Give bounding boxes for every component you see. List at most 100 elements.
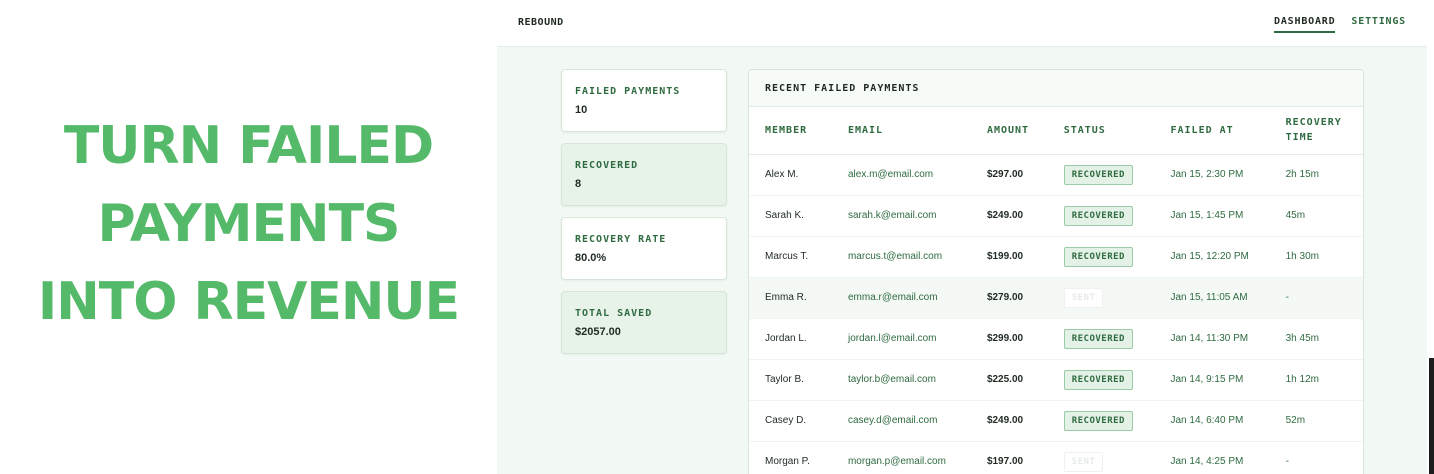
cell-status: RECOVERED (1048, 195, 1155, 236)
status-badge: RECOVERED (1063, 246, 1133, 267)
table-row[interactable]: Sarah K. sarah.k@email.com $249.00 RECOV… (749, 195, 1363, 236)
stat-value: 8 (575, 178, 582, 190)
cell-amount: $199.00 (986, 251, 1024, 262)
cell-member: Alex M. (765, 169, 799, 180)
status-badge: RECOVERED (1063, 328, 1133, 349)
table-row[interactable]: Casey D. casey.d@email.com $249.00 RECOV… (749, 400, 1363, 441)
stats-column: FAILED PAYMENTS 10 RECOVERED 8 RECOVERY … (561, 69, 727, 365)
column-header-failed-at: FAILED AT (1170, 124, 1234, 136)
cell-member: Casey D. (765, 415, 807, 426)
cell-member: Taylor B. (765, 374, 804, 385)
cell-recovery-time: - (1285, 292, 1289, 303)
table-row[interactable]: Alex M. alex.m@email.com $297.00 RECOVER… (749, 154, 1363, 195)
cell-email: morgan.p@email.com (847, 456, 946, 467)
cell-recovery-time: 1h 12m (1285, 374, 1319, 385)
status-badge: RECOVERED (1063, 369, 1133, 390)
cell-amount: $225.00 (986, 374, 1024, 385)
cell-email: jordan.l@email.com (847, 333, 937, 344)
window-edge (1427, 0, 1434, 474)
hero-line: INTO REVENUE (37, 272, 460, 332)
column-header-email: EMAIL (847, 124, 884, 136)
column-header-amount: AMOUNT (986, 124, 1030, 136)
payments-table: MEMBER EMAIL AMOUNT STATUS FAILED AT REC… (749, 107, 1363, 474)
table-row[interactable]: Taylor B. taylor.b@email.com $225.00 REC… (749, 359, 1363, 400)
status-badge: SENT (1063, 451, 1104, 472)
table-row[interactable]: Marcus T. marcus.t@email.com $199.00 REC… (749, 236, 1363, 277)
cell-email: sarah.k@email.com (847, 210, 937, 221)
nav-dashboard[interactable]: DASHBOARD (1274, 16, 1336, 33)
stat-label: FAILED PAYMENTS (575, 86, 681, 97)
column-header-member: MEMBER (765, 124, 808, 136)
cell-status: RECOVERED (1048, 359, 1155, 400)
column-header-status: STATUS (1063, 124, 1106, 136)
cell-recovery-time: 52m (1285, 415, 1306, 426)
cell-email: marcus.t@email.com (847, 251, 943, 262)
stat-card-total-saved: TOTAL SAVED $2057.00 (561, 291, 727, 354)
table-header-row: MEMBER EMAIL AMOUNT STATUS FAILED AT REC… (749, 107, 1363, 154)
panel-title: RECENT FAILED PAYMENTS (749, 70, 1363, 107)
stat-label: TOTAL SAVED (575, 308, 653, 319)
scrollbar-thumb[interactable] (1429, 358, 1434, 474)
cell-recovery-time: 45m (1285, 210, 1306, 221)
cell-amount: $279.00 (986, 292, 1024, 303)
cell-failed-at: Jan 15, 12:20 PM (1170, 251, 1249, 262)
column-header-recovery-time: RECOVERY TIME (1285, 117, 1342, 144)
nav-settings[interactable]: SETTINGS (1351, 16, 1406, 33)
cell-recovery-time: - (1285, 456, 1289, 467)
cell-status: SENT (1048, 441, 1155, 474)
cell-amount: $197.00 (986, 456, 1024, 467)
stat-label: RECOVERY RATE (575, 234, 667, 245)
table-row[interactable]: Morgan P. morgan.p@email.com $197.00 SEN… (749, 441, 1363, 474)
cell-amount: $249.00 (986, 210, 1024, 221)
brand-logo-text[interactable]: REBOUND (518, 17, 564, 28)
main-nav: DASHBOARD SETTINGS (1274, 16, 1406, 33)
cell-member: Marcus T. (765, 251, 809, 262)
cell-recovery-time: 3h 45m (1285, 333, 1319, 344)
stat-value: $2057.00 (575, 326, 621, 338)
cell-failed-at: Jan 14, 9:15 PM (1170, 374, 1244, 385)
cell-failed-at: Jan 15, 2:30 PM (1170, 169, 1244, 180)
status-badge: SENT (1063, 287, 1104, 308)
cell-member: Jordan L. (765, 333, 807, 344)
cell-member: Morgan P. (765, 456, 810, 467)
stat-value: 80.0% (575, 252, 607, 264)
cell-email: casey.d@email.com (847, 415, 938, 426)
top-nav-bar: REBOUND DASHBOARD SETTINGS (497, 0, 1427, 47)
cell-failed-at: Jan 14, 6:40 PM (1170, 415, 1244, 426)
cell-amount: $299.00 (986, 333, 1024, 344)
cell-failed-at: Jan 14, 4:25 PM (1170, 456, 1244, 467)
cell-amount: $249.00 (986, 415, 1024, 426)
cell-status: RECOVERED (1048, 400, 1155, 441)
stat-card-failed-payments: FAILED PAYMENTS 10 (561, 69, 727, 132)
cell-failed-at: Jan 14, 11:30 PM (1170, 333, 1249, 344)
cell-email: emma.r@email.com (847, 292, 938, 303)
stat-card-recovery-rate: RECOVERY RATE 80.0% (561, 217, 727, 280)
status-badge: RECOVERED (1063, 410, 1133, 431)
recent-failed-payments-panel: RECENT FAILED PAYMENTS MEMBER EMAIL AMOU… (748, 69, 1364, 474)
status-badge: RECOVERED (1063, 164, 1133, 185)
cell-amount: $297.00 (986, 169, 1024, 180)
stat-card-recovered: RECOVERED 8 (561, 143, 727, 206)
status-badge: RECOVERED (1063, 205, 1133, 226)
app-window: REBOUND DASHBOARD SETTINGS FAILED PAYMEN… (497, 0, 1427, 474)
cell-failed-at: Jan 15, 11:05 AM (1170, 292, 1248, 303)
hero-line: TURN FAILED (63, 116, 434, 176)
hero-section: TURN FAILED PAYMENTS INTO REVENUE (0, 0, 497, 474)
cell-member: Emma R. (765, 292, 807, 303)
cell-status: RECOVERED (1048, 318, 1155, 359)
table-row[interactable]: Jordan L. jordan.l@email.com $299.00 REC… (749, 318, 1363, 359)
cell-status: SENT (1048, 277, 1155, 318)
hero-headline: TURN FAILED PAYMENTS INTO REVENUE (14, 107, 484, 341)
hero-line: PAYMENTS (97, 194, 401, 254)
cell-email: alex.m@email.com (847, 169, 934, 180)
cell-status: RECOVERED (1048, 154, 1155, 195)
cell-status: RECOVERED (1048, 236, 1155, 277)
table-row[interactable]: Emma R. emma.r@email.com $279.00 SENT Ja… (749, 277, 1363, 318)
cell-member: Sarah K. (765, 210, 804, 221)
cell-failed-at: Jan 15, 1:45 PM (1170, 210, 1244, 221)
cell-recovery-time: 2h 15m (1285, 169, 1319, 180)
cell-email: taylor.b@email.com (847, 374, 936, 385)
stat-value: 10 (575, 104, 588, 116)
cell-recovery-time: 1h 30m (1285, 251, 1319, 262)
stat-label: RECOVERED (575, 160, 639, 171)
